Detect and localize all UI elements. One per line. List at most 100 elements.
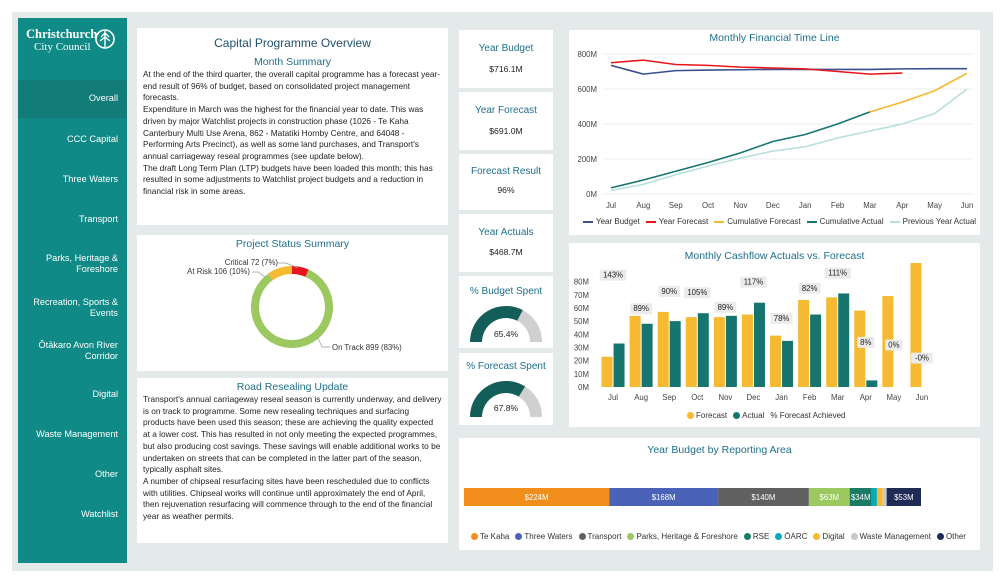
sidebar-item-3[interactable]: Three Waters — [18, 161, 127, 199]
sidebar-item-label: Recreation, Sports & Events — [33, 296, 118, 319]
bar-legend-item[interactable]: Actual — [733, 411, 764, 420]
month-summary-p2: Expenditure in March was the highest for… — [143, 104, 424, 161]
legend-swatch — [806, 220, 817, 223]
line-legend-item[interactable]: Previous Year Actual — [889, 217, 976, 226]
line-legend-item[interactable]: Year Forecast — [645, 217, 709, 226]
kpi-year-budget-label: Year Budget — [478, 43, 534, 54]
kpi-forecast-spent-label: % Forecast Spent — [466, 361, 546, 372]
line-x-tick: Oct — [702, 201, 715, 210]
line-x-tick: Apr — [896, 201, 909, 210]
line-legend-item[interactable]: Cumulative Actual — [806, 217, 884, 226]
bar-x-tick: Oct — [691, 393, 704, 402]
actual-bar — [669, 321, 681, 387]
pct-label: 8% — [860, 338, 871, 347]
sidebar-item-1[interactable]: Overall — [18, 80, 127, 118]
line-x-tick: Dec — [766, 201, 780, 210]
financial-timeline-card: Monthly Financial Time Line 0M 200M 400M 60… — [569, 30, 980, 235]
sidebar-item-6[interactable]: Recreation, Sports & Events — [18, 288, 127, 328]
sidebar-item-7[interactable]: Ōtākaro Avon River Corridor — [18, 328, 127, 374]
sidebar-item-8[interactable]: Digital — [18, 376, 127, 414]
forecast-spent-gauge — [470, 381, 542, 418]
forecast-bar — [629, 315, 641, 387]
bar-y-tick: 80M — [574, 278, 589, 287]
budget-area-legend: Te Kaha Three Waters Transport Parks, Herit… — [471, 532, 972, 541]
budget-legend-item[interactable]: Te Kaha — [471, 532, 509, 541]
month-summary-p1: At the end of the third quarter, the ove… — [143, 69, 441, 103]
forecast-bar — [713, 317, 725, 387]
bar-y-tick: 30M — [574, 343, 589, 352]
legend-swatch — [850, 533, 858, 540]
line-y-tick: 600M — [577, 85, 597, 94]
kpi-forecast-result: Forecast Result 96% — [459, 154, 553, 210]
kpi-year-forecast: Year Forecast $691.0M — [459, 92, 553, 150]
legend-label: Other — [945, 532, 966, 541]
legend-label: Year Forecast — [658, 217, 709, 226]
actual-bar — [782, 340, 794, 387]
kpi-forecast-spent-value: 67.8% — [493, 403, 519, 413]
budget-legend-item[interactable]: Digital — [813, 532, 845, 541]
legend-label: Waste Management — [859, 532, 931, 541]
cashflow-title: Monthly Cashflow Actuals vs. Forecast — [684, 250, 865, 262]
actual-bar — [753, 302, 765, 387]
bar-x-tick: Dec — [747, 393, 761, 402]
sidebar-item-5[interactable]: Parks, Heritage & Foreshore — [18, 241, 127, 287]
sidebar: Christchurch City Council Overall CCC Cap… — [18, 18, 127, 563]
budget-area-chart: $224M $168M $140M $63M $34M $53M — [464, 488, 921, 506]
budget-legend-item[interactable]: ŌARC — [775, 532, 807, 541]
budget-segment-label: $224M — [525, 493, 549, 502]
budget-legend-item[interactable]: Parks, Heritage & Foreshore — [627, 532, 738, 541]
budget-legend-item[interactable]: RSE — [743, 532, 769, 541]
sidebar-item-11[interactable]: Watchlist — [18, 496, 127, 534]
project-status-card: Project Status Summary Critical 72 (7%) A… — [137, 235, 448, 371]
month-summary-title: Month Summary — [253, 56, 332, 68]
legend-label: Te Kaha — [480, 532, 510, 541]
budget-area-title: Year Budget by Reporting Area — [647, 444, 792, 456]
sidebar-item-4[interactable]: Transport — [18, 201, 127, 239]
budget-legend-item[interactable]: Other — [936, 532, 966, 541]
budget-segment-7 — [876, 488, 883, 506]
bar-y-tick: 0M — [578, 383, 589, 392]
sidebar-item-label: Waste Management — [36, 429, 118, 440]
actual-bar — [866, 380, 878, 387]
line-legend-item[interactable]: Cumulative Forecast — [714, 217, 801, 226]
sidebar-item-label: Three Waters — [62, 174, 118, 185]
actual-bar — [613, 343, 625, 387]
legend-swatch — [645, 220, 656, 223]
actual-bar — [838, 293, 850, 387]
line-y-tick: 800M — [577, 50, 597, 59]
budget-legend-item[interactable]: Transport — [578, 532, 621, 541]
line-y-tick: 0M — [586, 190, 597, 199]
cashflow-chart: 0M 10M 20M 30M 40M 50M 60M 70M 80M Jul Aug Sep Oct No… — [574, 263, 933, 402]
bar-y-tick: 60M — [574, 304, 589, 313]
donut-slice-critical — [291, 266, 309, 277]
project-status-donut: Critical 72 (7%)At Risk 106 (10%) On Trac… — [187, 258, 402, 352]
budget-legend-item[interactable]: Three Waters — [515, 532, 573, 541]
forecast-bar — [770, 335, 782, 387]
pct-label: 89% — [718, 303, 734, 312]
sidebar-item-9[interactable]: Waste Management — [18, 416, 127, 454]
line-series-4 — [610, 111, 871, 189]
budget-legend-item[interactable]: Waste Management — [850, 532, 931, 541]
line-legend-item[interactable]: Year Budget — [583, 217, 640, 226]
bar-x-tick: Aug — [634, 393, 648, 402]
pct-label: 89% — [633, 304, 649, 313]
kpi-forecast-spent: % Forecast Spent 67.8% — [459, 353, 553, 425]
pct-label: 90% — [661, 287, 677, 296]
project-status-title: Project Status Summary — [235, 238, 350, 250]
sidebar-item-2[interactable]: CCC Capital — [18, 121, 127, 159]
legend-swatch — [733, 412, 741, 419]
forecast-bar — [910, 263, 922, 387]
legend-swatch — [889, 220, 900, 223]
legend-swatch — [936, 533, 944, 540]
line-x-tick: Jan — [799, 201, 812, 210]
bar-legend-item[interactable]: % Forecast Achieved — [770, 411, 845, 420]
page-title: Capital Programme Overview — [214, 36, 371, 50]
forecast-bar — [798, 300, 810, 387]
pct-label: 0% — [888, 340, 899, 349]
bar-legend-item[interactable]: Forecast — [687, 411, 727, 420]
forecast-bar — [741, 314, 753, 387]
legend-label: Three Waters — [524, 532, 573, 541]
bar-x-tick: Feb — [803, 393, 817, 402]
legend-swatch — [687, 412, 694, 419]
sidebar-item-10[interactable]: Other — [18, 456, 127, 494]
